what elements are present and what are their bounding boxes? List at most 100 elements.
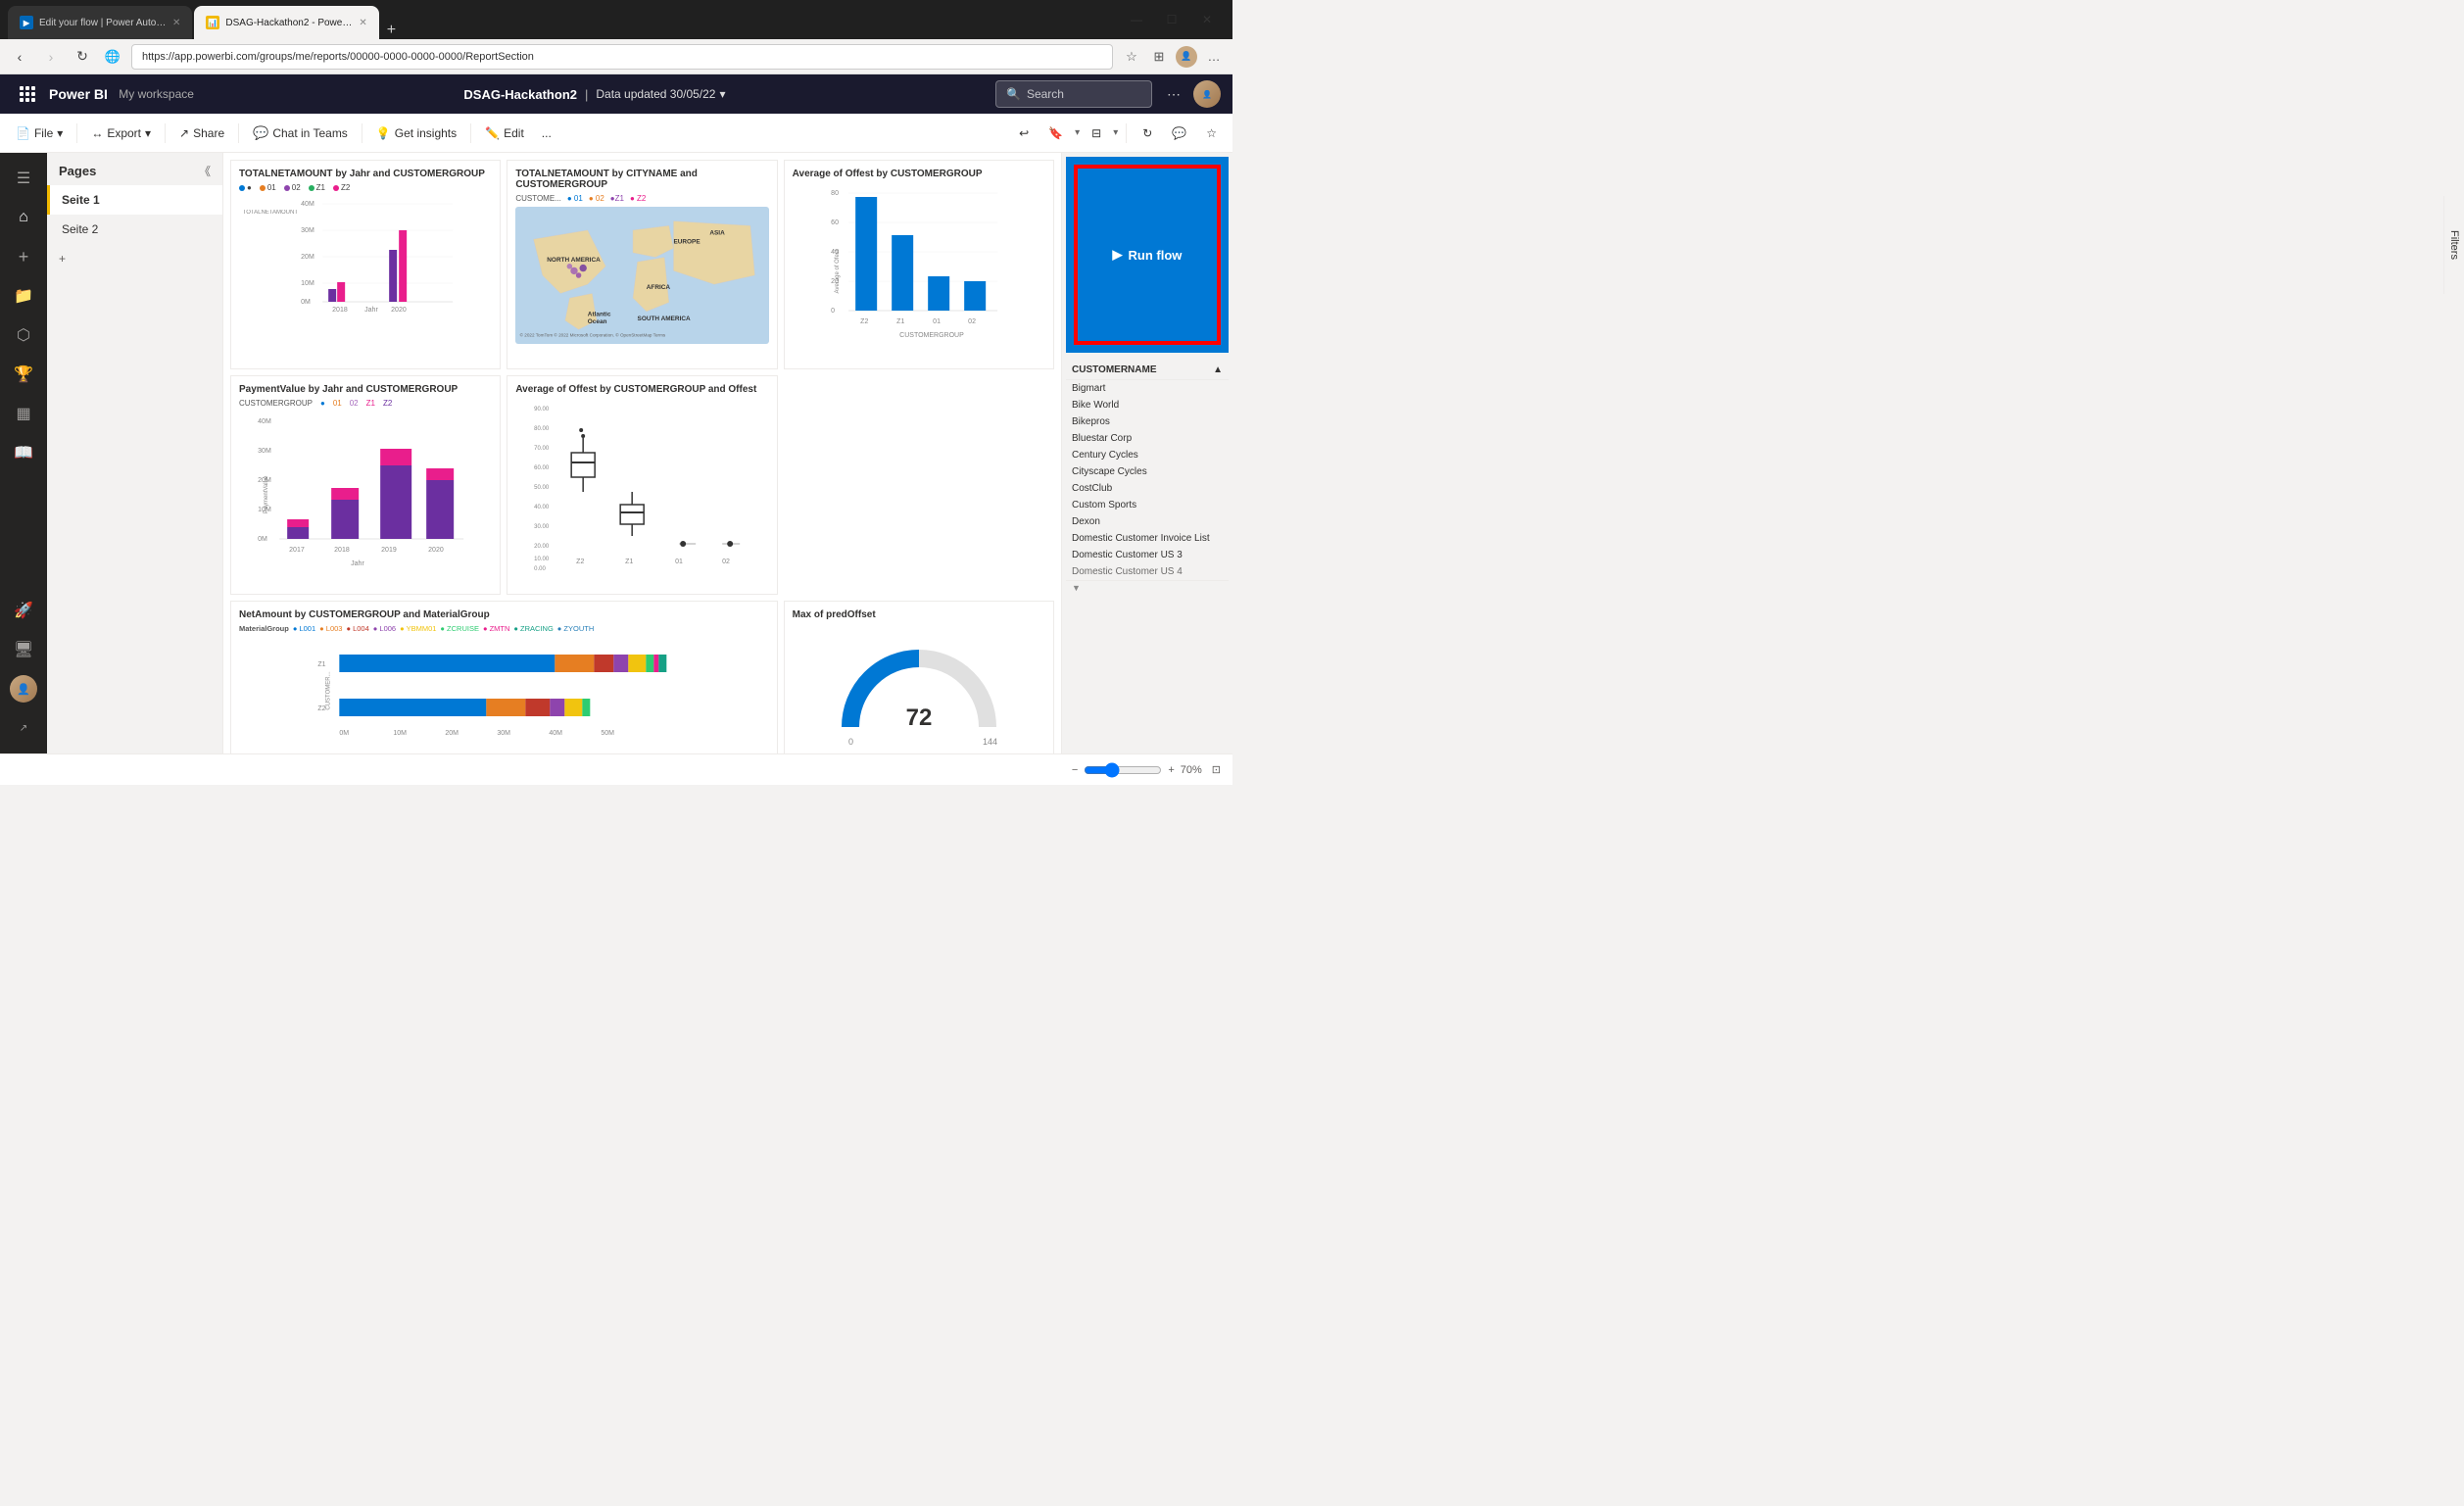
edit-button[interactable]: ✏️ Edit	[477, 119, 532, 148]
favorite-button[interactable]: ☆	[1198, 119, 1225, 148]
customer-list-footer: ▼	[1066, 580, 1229, 595]
customer-item-domestic-us4[interactable]: Domestic Customer US 4	[1066, 563, 1229, 580]
sidebar-rocket-icon[interactable]: 🚀	[6, 593, 41, 628]
insights-label: Get insights	[395, 126, 457, 140]
close-button[interactable]: ✕	[1189, 2, 1225, 37]
chart7-title: Max of predOffset	[793, 609, 1045, 620]
bookmark-chevron[interactable]: ▾	[1075, 127, 1080, 138]
canvas-view-button[interactable]: ⊟	[1084, 119, 1109, 148]
user-avatar[interactable]: 👤	[1193, 80, 1221, 108]
maximize-button[interactable]: ☐	[1154, 2, 1189, 37]
sidebar-expand-icon[interactable]: ↗	[6, 710, 41, 746]
pbi-top-actions: ⋯ 👤	[1160, 80, 1221, 108]
address-field[interactable]: https://app.powerbi.com/groups/me/report…	[131, 44, 1113, 70]
customer-item-domestic-invoice[interactable]: Domestic Customer Invoice List	[1066, 530, 1229, 547]
chat-teams-button[interactable]: 💬 Chat in Teams	[245, 119, 356, 148]
page-item-seite2[interactable]: Seite 2	[47, 215, 222, 244]
visual-totalnetamount-jahr[interactable]: TOTALNETAMOUNT by Jahr and CUSTOMERGROUP…	[230, 160, 501, 369]
new-tab-button[interactable]: +	[381, 22, 402, 39]
share-button[interactable]: ↗ Share	[171, 119, 232, 148]
svg-text:SOUTH AMERICA: SOUTH AMERICA	[638, 316, 691, 322]
svg-text:Z2: Z2	[576, 559, 584, 565]
visual-offest-customergroup[interactable]: Average of Offest by CUSTOMERGROUP 80 60…	[784, 160, 1054, 369]
svg-text:AFRICA: AFRICA	[647, 284, 671, 291]
customer-item-bluestar[interactable]: Bluestar Corp	[1066, 430, 1229, 447]
chart1-y-axis-label: TOTALNETAMOUNT	[239, 196, 266, 323]
customer-item-cityscape[interactable]: Cityscape Cycles	[1066, 463, 1229, 480]
page-item-seite1[interactable]: Seite 1	[47, 185, 222, 215]
customer-item-costclub[interactable]: CostClub	[1066, 480, 1229, 497]
file-button[interactable]: 📄 File ▾	[8, 119, 71, 148]
forward-button[interactable]: ›	[39, 45, 63, 69]
site-info-icon[interactable]: 🌐	[102, 46, 123, 68]
sidebar-apps-icon[interactable]: ▦	[6, 396, 41, 431]
pbi-search-box[interactable]: 🔍 Search	[995, 80, 1152, 108]
sidebar-goals-icon[interactable]: 🏆	[6, 357, 41, 392]
run-flow-button[interactable]: ▶ Run flow	[1113, 247, 1183, 263]
customer-list-scroll[interactable]: Bigmart Bike World Bikepros Bluestar Cor…	[1066, 380, 1229, 580]
data-updated-info[interactable]: Data updated 30/05/22 ▾	[596, 87, 725, 101]
visual-cityname-map[interactable]: TOTALNETAMOUNT by CITYNAME and CUSTOMERG…	[507, 160, 777, 369]
chat-teams-label: Chat in Teams	[272, 126, 347, 140]
sidebar-user-avatar[interactable]: 👤	[6, 671, 41, 706]
comments-button[interactable]: 💬	[1164, 119, 1194, 148]
tab-pbi[interactable]: 📊 DSAG-Hackathon2 - Power BI ✕	[194, 6, 378, 39]
run-flow-visual[interactable]: ▶ Run flow	[1066, 157, 1229, 353]
tab-automate-close[interactable]: ✕	[172, 18, 180, 28]
minimize-button[interactable]: —	[1119, 2, 1154, 37]
customer-item-bigmart[interactable]: Bigmart	[1066, 380, 1229, 397]
sidebar-add-icon[interactable]: +	[6, 239, 41, 274]
browser-more-button[interactable]: …	[1203, 46, 1225, 68]
zoom-in-button[interactable]: +	[1168, 764, 1174, 776]
profile-icon[interactable]: 👤	[1176, 46, 1197, 68]
add-page-button[interactable]: +	[47, 244, 222, 273]
tab-automate[interactable]: ▶ Edit your flow | Power Automate ✕	[8, 6, 192, 39]
back-button[interactable]: ‹	[8, 45, 31, 69]
svg-text:0: 0	[848, 737, 853, 747]
export-button[interactable]: ↔ Export ▾	[83, 119, 159, 148]
search-placeholder: Search	[1027, 87, 1064, 101]
fit-page-button[interactable]: ⊡	[1212, 763, 1221, 776]
chart1-svg: 40M 30M 20M 10M 0M	[266, 196, 492, 314]
customer-item-bikeworld[interactable]: Bike World	[1066, 397, 1229, 413]
favorites-icon[interactable]: ☆	[1121, 46, 1142, 68]
customer-item-bikepros[interactable]: Bikepros	[1066, 413, 1229, 430]
svg-text:72: 72	[905, 704, 932, 731]
svg-text:60.00: 60.00	[534, 465, 550, 471]
canvas-view-chevron[interactable]: ▾	[1113, 127, 1118, 138]
visual-offest-boxplot[interactable]: Average of Offest by CUSTOMERGROUP and O…	[507, 375, 777, 595]
bookmark-button[interactable]: 🔖	[1040, 119, 1071, 148]
undo-button[interactable]: ↩	[1011, 119, 1037, 148]
svg-text:50.00: 50.00	[534, 485, 550, 491]
more-options-button[interactable]: ⋯	[1160, 80, 1187, 108]
customer-item-domestic-us3[interactable]: Domestic Customer US 3	[1066, 547, 1229, 563]
tab-pbi-close[interactable]: ✕	[359, 18, 366, 28]
automate-tab-icon: ▶	[20, 16, 33, 29]
svg-text:01: 01	[675, 559, 683, 565]
visual-paymentvalue-jahr[interactable]: PaymentValue by Jahr and CUSTOMERGROUP C…	[230, 375, 501, 595]
pages-collapse-button[interactable]: 《	[199, 163, 211, 179]
file-label: File	[34, 126, 53, 140]
customer-item-dexon[interactable]: Dexon	[1066, 513, 1229, 530]
refresh-report-button[interactable]: ↻	[1135, 119, 1160, 148]
insights-button[interactable]: 💡 Get insights	[368, 119, 464, 148]
visual-netamount-materialgroup[interactable]: NetAmount by CUSTOMERGROUP and MaterialG…	[230, 601, 778, 753]
visual-predoffset-gauge[interactable]: Max of predOffset 72 0 144	[784, 601, 1054, 753]
customer-item-custom-sports[interactable]: Custom Sports	[1066, 497, 1229, 513]
map-visual: NORTH AMERICA EUROPE ASIA Atlantic Ocean…	[515, 207, 768, 344]
sidebar-deploy-icon[interactable]: 🖥	[6, 632, 41, 667]
sidebar-data-icon[interactable]: ⬡	[6, 317, 41, 353]
refresh-button[interactable]: ↻	[71, 45, 94, 69]
zoom-out-button[interactable]: −	[1072, 764, 1078, 776]
sidebar-home-icon[interactable]: ⌂	[6, 200, 41, 235]
waffle-menu-button[interactable]	[12, 78, 43, 110]
pbi-logo: Power BI	[49, 86, 108, 102]
zoom-slider[interactable]	[1084, 762, 1162, 778]
customer-item-century[interactable]: Century Cycles	[1066, 447, 1229, 463]
collections-icon[interactable]: ⊞	[1148, 46, 1170, 68]
sidebar-learn-icon[interactable]: 📖	[6, 435, 41, 470]
more-toolbar-button[interactable]: ...	[534, 119, 559, 148]
sidebar-menu-icon[interactable]: ☰	[6, 161, 41, 196]
sidebar-browse-icon[interactable]: 📁	[6, 278, 41, 314]
pbi-workspace[interactable]: My workspace	[116, 87, 194, 101]
